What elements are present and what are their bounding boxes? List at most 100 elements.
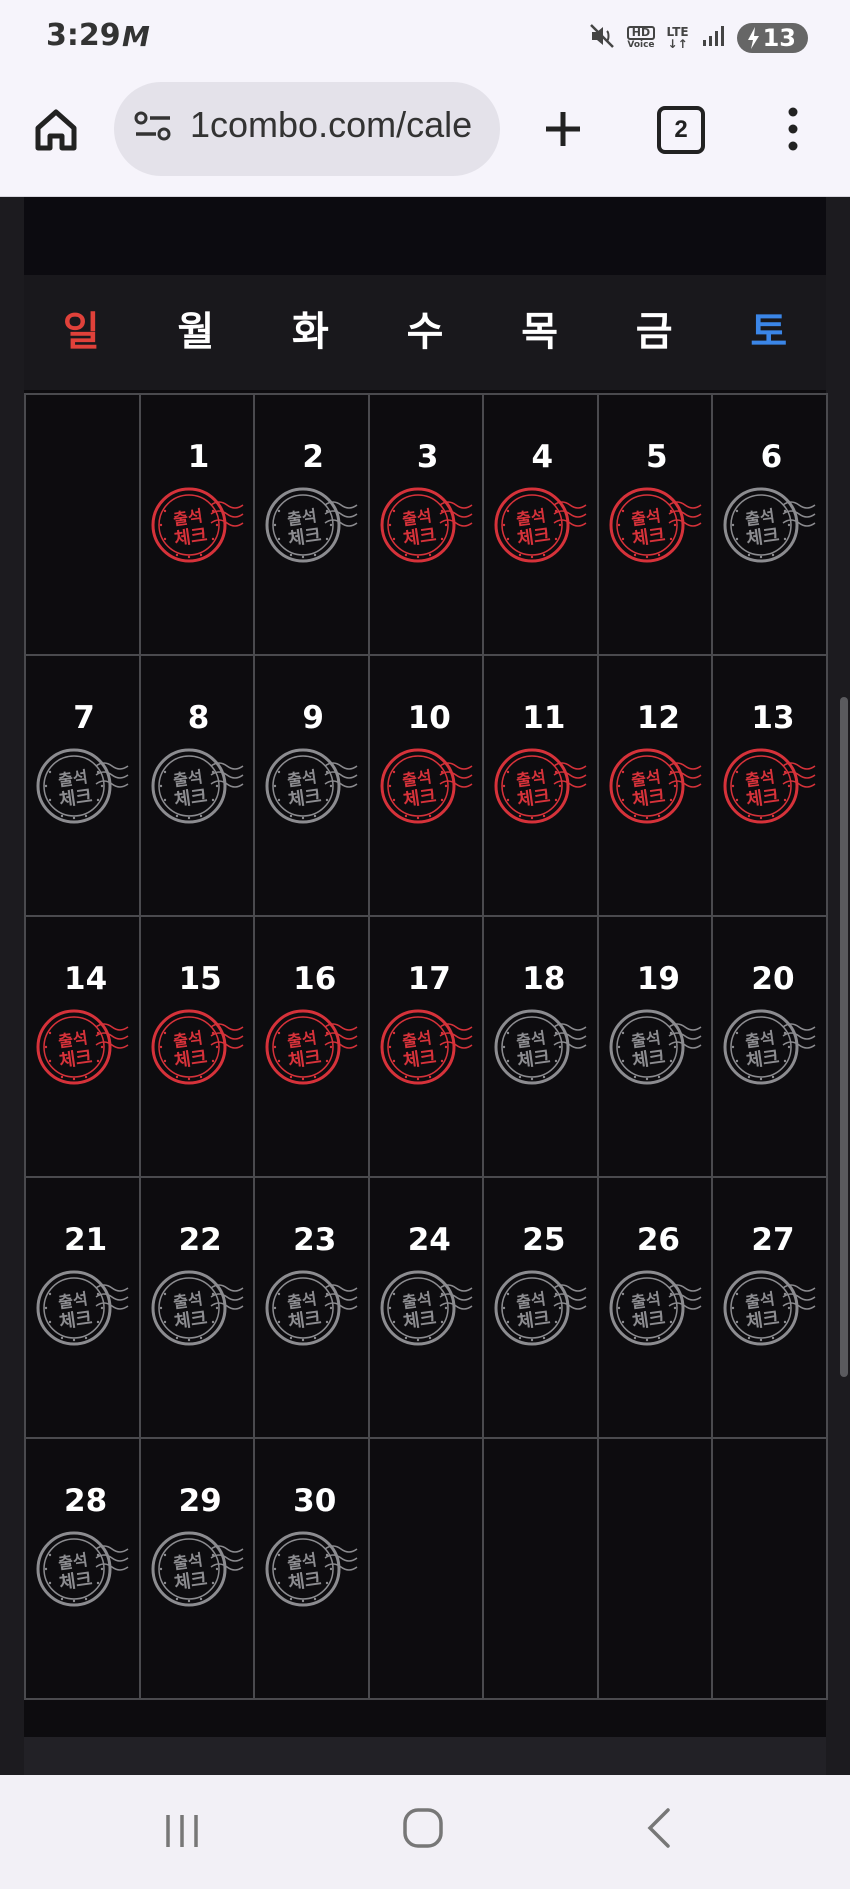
calendar-day-cell[interactable]: 17 출석 체크 — [369, 917, 485, 1178]
stamp-text-bottom: 체크 — [516, 1308, 552, 1333]
battery-level: 13 — [762, 24, 796, 52]
calendar-day-cell[interactable]: 15 출석 체크 — [140, 917, 256, 1178]
day-number: 21 — [64, 1222, 108, 1258]
attendance-stamp-unchecked: 출석체크 — [151, 748, 244, 824]
stamp-text-bottom: 체크 — [287, 1569, 323, 1594]
calendar-day-cell[interactable]: 14 출석 체크 — [26, 917, 141, 1178]
stamp-text-bottom: 체크 — [402, 786, 438, 811]
day-number: 23 — [293, 1222, 337, 1258]
url-text[interactable]: 1combo.com/cale — [190, 104, 472, 146]
calendar-day-cell[interactable]: 5 출석 체크 — [598, 395, 714, 656]
calendar-day-cell[interactable]: 20 출석 체크 — [713, 917, 828, 1178]
weekday-label: 일 — [62, 309, 100, 355]
calendar-header-area — [24, 197, 826, 275]
stamp-text-bottom: 체크 — [516, 786, 552, 811]
calendar-day-cell[interactable]: 3 출석 체크 — [369, 395, 485, 656]
stamp-text-bottom: 체크 — [402, 525, 438, 550]
lte-icon: LTE ↓↑ — [667, 26, 689, 50]
site-settings-icon[interactable] — [134, 110, 172, 146]
new-tab-icon — [546, 112, 580, 146]
day-number: 13 — [751, 700, 795, 736]
calendar-day-cell[interactable]: 4 출석 체크 — [484, 395, 599, 656]
stamp-text-bottom: 체크 — [287, 525, 323, 550]
calendar-grid: 1 출석 체크 2 출석 체크 3 출석 체크 4 출석 체크 5 출석 체크 6 출석 체크 7 출석 체크 8 출석 체크… — [24, 393, 828, 1700]
calendar-day-cell[interactable]: 19 출석 체크 — [598, 917, 714, 1178]
calendar-day-cell[interactable]: 22 출석 체크 — [140, 1178, 256, 1439]
calendar-day-cell[interactable]: 6 출석 체크 — [713, 395, 828, 656]
calendar-day-cell[interactable]: 11 출석 체크 — [484, 656, 599, 917]
day-number: 19 — [636, 961, 680, 997]
attendance-stamp-unchecked: 출석체크 — [151, 1270, 244, 1346]
attendance-stamp-checked: 출석체크 — [380, 487, 473, 563]
back-button[interactable] — [644, 1805, 676, 1855]
home-nav-button[interactable] — [400, 1805, 446, 1855]
stamp-text-bottom: 체크 — [745, 525, 781, 550]
back-icon — [647, 1808, 670, 1848]
stamp-text-bottom: 체크 — [58, 1569, 94, 1594]
lte-arrows: ↓↑ — [667, 37, 688, 51]
calendar-day-cell[interactable]: 25 출석 체크 — [484, 1178, 599, 1439]
more-menu-icon — [788, 107, 798, 151]
attendance-stamp-checked: 출석체크 — [494, 748, 587, 824]
status-bar: 3:29 M HD Voice LTE ↓↑ 13 — [0, 0, 850, 74]
battery-charging-icon: 13 — [736, 23, 808, 53]
calendar-day-cell[interactable]: 16 출석 체크 — [255, 917, 370, 1178]
recent-apps-button[interactable] — [160, 1809, 204, 1857]
home-button[interactable] — [30, 104, 82, 156]
more-menu-button[interactable] — [776, 104, 810, 154]
calendar-day-cell[interactable]: 26 출석 체크 — [598, 1178, 714, 1439]
stamp-text-bottom: 체크 — [287, 1308, 323, 1333]
day-number: 6 — [760, 439, 783, 475]
calendar-day-cell[interactable]: 13 출석 체크 — [713, 656, 828, 917]
attendance-stamp-unchecked: 출석체크 — [723, 1270, 816, 1346]
calendar-day-cell[interactable]: 10 출석 체크 — [369, 656, 485, 917]
day-number: 4 — [531, 439, 554, 475]
calendar-day-cell[interactable]: 12 출석 체크 — [598, 656, 714, 917]
calendar-day-cell[interactable]: 1 출석 체크 — [140, 395, 256, 656]
calendar-footer — [24, 1737, 826, 1775]
stamp-text-bottom: 체크 — [402, 1047, 438, 1072]
calendar-day-cell[interactable]: 28 출석 체크 — [26, 1439, 141, 1700]
hd-sub-label: Voice — [627, 40, 655, 50]
day-number: 12 — [636, 700, 680, 736]
attendance-stamp-unchecked: 출석체크 — [494, 1270, 587, 1346]
day-number: 22 — [178, 1222, 222, 1258]
calendar-day-cell[interactable]: 24 출석 체크 — [369, 1178, 485, 1439]
weekday-label: 화 — [292, 309, 329, 355]
weekday-label: 토 — [750, 309, 788, 355]
day-number: 3 — [416, 439, 439, 475]
hd-label: HD — [627, 26, 655, 40]
attendance-stamp-checked: 출석체크 — [609, 487, 702, 563]
attendance-stamp-unchecked: 출석체크 — [609, 1009, 702, 1085]
day-number: 29 — [178, 1483, 222, 1519]
attendance-stamp-unchecked: 출석체크 — [36, 1270, 129, 1346]
weekday-label: 수 — [406, 309, 444, 355]
day-number: 1 — [187, 439, 210, 475]
stamp-text-bottom: 체크 — [172, 1569, 208, 1594]
recent-apps-icon — [166, 1815, 198, 1847]
calendar-day-cell[interactable]: 27 출석 체크 — [713, 1178, 828, 1439]
calendar-day-cell[interactable]: 29 출석 체크 — [140, 1439, 256, 1700]
calendar-day-cell[interactable]: 9 출석 체크 — [255, 656, 370, 917]
page-scrollbar[interactable] — [840, 697, 848, 1377]
stamp-text-bottom: 체크 — [631, 1308, 667, 1333]
stamp-text-bottom: 체크 — [172, 1047, 208, 1072]
day-number: 8 — [187, 700, 210, 736]
calendar-day-cell[interactable]: 7 출석 체크 — [26, 656, 141, 917]
home-icon — [35, 109, 77, 151]
day-number: 17 — [407, 961, 451, 997]
calendar-day-cell[interactable]: 2 출석 체크 — [255, 395, 370, 656]
day-number: 27 — [751, 1222, 795, 1258]
calendar-day-cell[interactable]: 8 출석 체크 — [140, 656, 256, 917]
tab-switcher-button[interactable]: 2 — [657, 106, 705, 154]
address-bar[interactable]: 1combo.com/cale — [114, 82, 500, 176]
attendance-stamp-checked: 출석체크 — [609, 748, 702, 824]
new-tab-button[interactable] — [538, 104, 588, 154]
calendar-day-cell[interactable]: 30 출석 체크 — [255, 1439, 370, 1700]
day-number: 11 — [522, 700, 566, 736]
attendance-stamp-unchecked: 출석체크 — [380, 1270, 473, 1346]
calendar-day-cell[interactable]: 18 출석 체크 — [484, 917, 599, 1178]
status-time: 3:29 — [46, 18, 121, 53]
calendar-day-cell[interactable]: 23 출석 체크 — [255, 1178, 370, 1439]
calendar-day-cell[interactable]: 21 출석 체크 — [26, 1178, 141, 1439]
